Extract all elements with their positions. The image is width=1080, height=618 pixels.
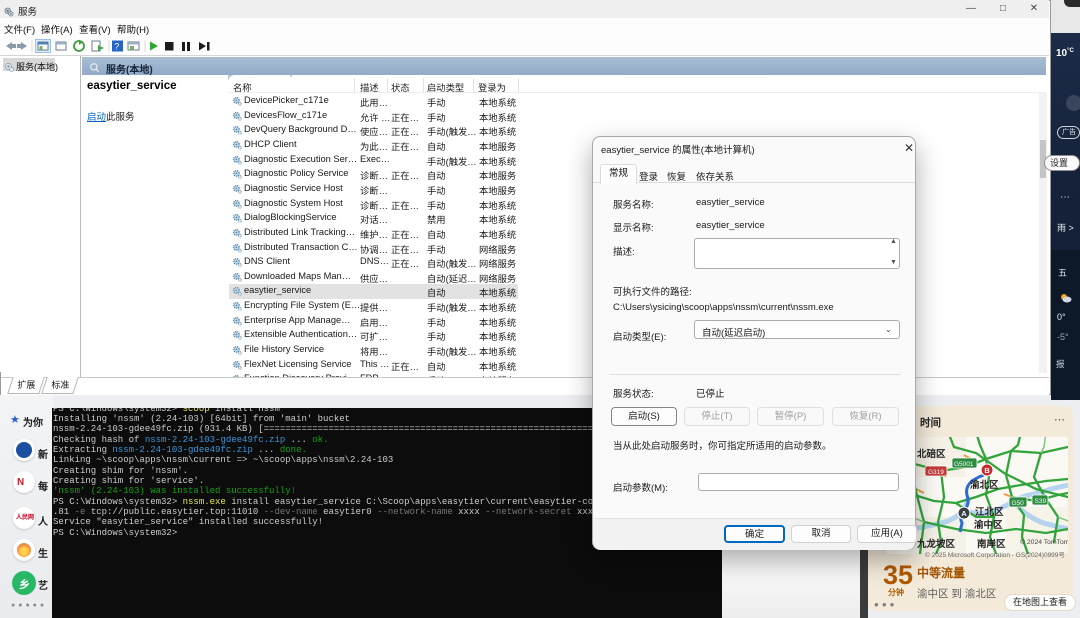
svg-text:G50: G50	[1012, 500, 1025, 507]
svg-text:A: A	[961, 509, 967, 518]
svg-text:G5001: G5001	[954, 461, 974, 468]
svg-text:渝北区: 渝北区	[970, 479, 999, 491]
svg-text:© 2024 TomTom: © 2024 TomTom	[1020, 538, 1068, 546]
svg-text:渝中区: 渝中区	[974, 519, 1003, 531]
svg-text:G319: G319	[928, 469, 944, 476]
svg-text:B: B	[984, 466, 990, 475]
svg-text:?: ?	[114, 42, 119, 52]
svg-text:北碚区: 北碚区	[917, 448, 946, 460]
svg-text:江北区: 江北区	[975, 506, 1004, 518]
svg-text:S39: S39	[1035, 498, 1047, 505]
